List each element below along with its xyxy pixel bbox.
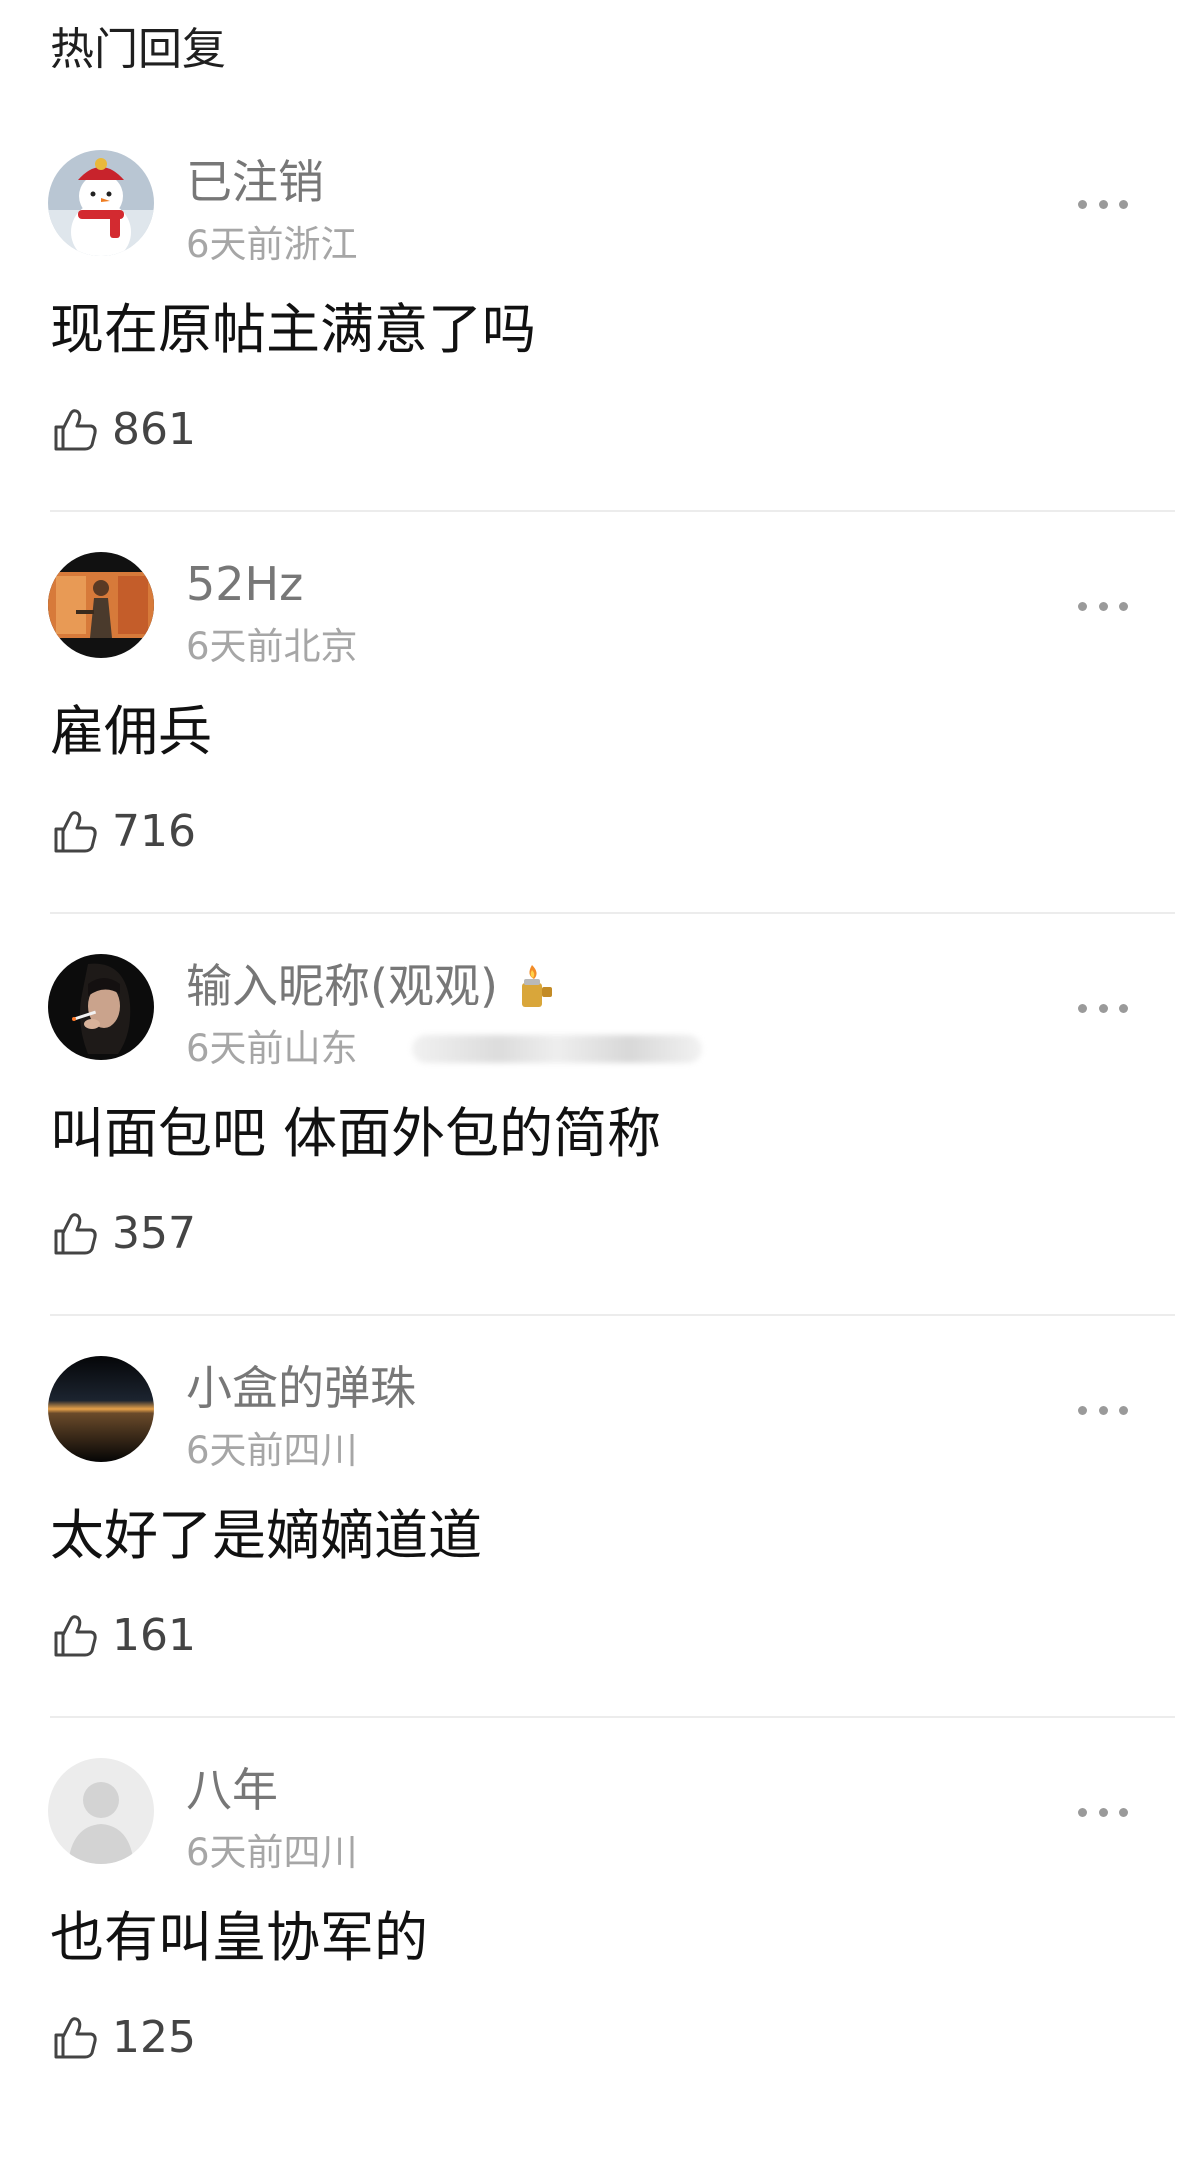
more-options-icon[interactable]	[1078, 594, 1128, 618]
username[interactable]: 输入昵称(观观)	[186, 956, 498, 1016]
location: 四川	[283, 1831, 358, 1874]
thumbs-up-icon	[54, 1615, 97, 1657]
comment-text: 叫面包吧 体面外包的简称	[50, 1102, 662, 1165]
smoking-woman-avatar[interactable]	[48, 954, 154, 1060]
thumbs-up-icon	[54, 2017, 97, 2059]
comment-item: 小盒的弹珠 6天前 四川 太好了是嫡嫡道道 161	[0, 1316, 1200, 1718]
thumbs-up-icon	[54, 811, 97, 853]
location: 北京	[283, 625, 358, 668]
like-count: 125	[112, 2012, 196, 2063]
like-button[interactable]: 716	[50, 802, 196, 862]
thumbs-up-icon	[54, 1213, 97, 1255]
post-time: 6天前	[186, 223, 284, 266]
post-time: 6天前	[186, 625, 284, 668]
location: 山东	[283, 1027, 358, 1070]
default-user-avatar[interactable]	[48, 1758, 154, 1864]
comment-text: 雇佣兵	[50, 700, 212, 763]
username[interactable]: 小盒的弹珠	[186, 1358, 416, 1418]
like-button[interactable]: 861	[50, 400, 196, 460]
username-row: 52Hz	[186, 554, 303, 614]
username[interactable]: 52Hz	[186, 554, 303, 614]
like-count: 861	[112, 404, 196, 455]
horizon-avatar[interactable]	[48, 1356, 154, 1462]
comment-meta: 6天前 浙江	[186, 222, 358, 268]
lighter-icon	[521, 965, 552, 1007]
like-button[interactable]: 357	[50, 1204, 196, 1264]
username-row: 八年	[186, 1760, 278, 1820]
like-count: 161	[112, 1610, 196, 1661]
username-row: 已注销	[186, 152, 324, 212]
like-button[interactable]: 161	[50, 1606, 196, 1666]
like-count: 716	[112, 806, 196, 857]
username[interactable]: 八年	[186, 1760, 278, 1820]
username-row: 小盒的弹珠	[186, 1358, 416, 1418]
location: 四川	[283, 1429, 358, 1472]
comment-text: 也有叫皇协军的	[50, 1906, 428, 1969]
comment-list: 已注销 6天前 浙江 现在原帖主满意了吗 861 52Hz 6天前 北京 雇佣兵…	[0, 110, 1200, 2120]
thumbs-up-icon	[54, 409, 97, 451]
post-time: 6天前	[186, 1831, 284, 1874]
comment-meta: 6天前 北京	[186, 624, 358, 670]
comment-meta: 6天前 山东	[186, 1026, 702, 1072]
like-button[interactable]: 125	[50, 2008, 196, 2068]
post-time: 6天前	[186, 1429, 284, 1472]
more-options-icon[interactable]	[1078, 996, 1128, 1020]
snowman-avatar[interactable]	[48, 150, 154, 256]
comment-meta: 6天前 四川	[186, 1830, 358, 1876]
username[interactable]: 已注销	[186, 152, 324, 212]
comment-item: 52Hz 6天前 北京 雇佣兵 716	[0, 512, 1200, 914]
comment-text: 太好了是嫡嫡道道	[50, 1504, 482, 1567]
more-options-icon[interactable]	[1078, 192, 1128, 216]
movie-still-avatar[interactable]	[48, 552, 154, 658]
username-row: 输入昵称(观观)	[186, 956, 558, 1016]
more-options-icon[interactable]	[1078, 1398, 1128, 1422]
section-title: 热门回复	[50, 24, 226, 75]
comment-text: 现在原帖主满意了吗	[50, 298, 536, 361]
post-time: 6天前	[186, 1027, 284, 1070]
comment-item: 输入昵称(观观) 6天前 山东 叫面包吧 体面外包的简称 357	[0, 914, 1200, 1316]
comment-meta: 6天前 四川	[186, 1428, 358, 1474]
comment-item: 八年 6天前 四川 也有叫皇协军的 125	[0, 1718, 1200, 2120]
more-options-icon[interactable]	[1078, 1800, 1128, 1824]
comment-item: 已注销 6天前 浙江 现在原帖主满意了吗 861	[0, 110, 1200, 512]
blurred-text	[411, 1035, 702, 1063]
like-count: 357	[112, 1208, 196, 1259]
location: 浙江	[283, 223, 358, 266]
